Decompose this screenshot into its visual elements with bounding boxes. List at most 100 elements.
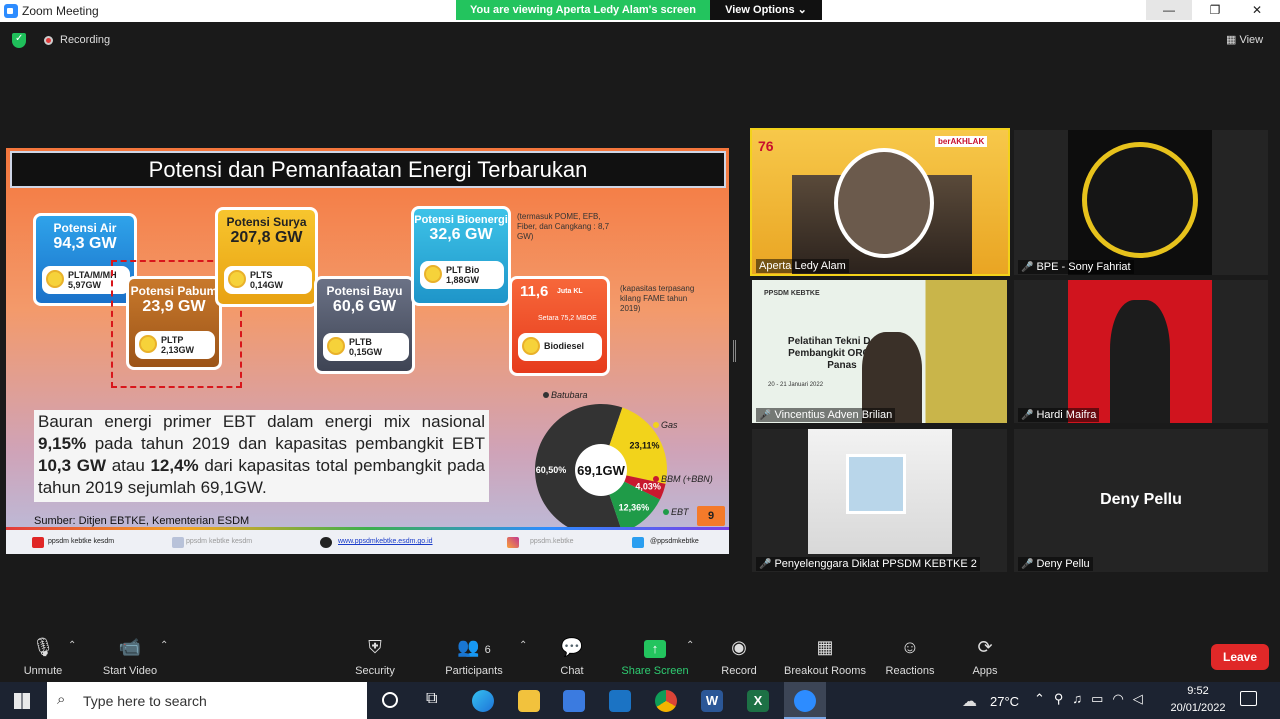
recording-label: Recording — [60, 34, 111, 46]
pie-value-label: 12,36% — [619, 503, 650, 513]
mail-icon[interactable] — [609, 690, 631, 712]
card-biodiesel: 11,6 Juta KL Setara 75,2 MBOE Biodiesel — [509, 276, 610, 376]
clock-time[interactable]: 9:52 — [1168, 685, 1228, 697]
para-text: pada tahun 2019 dan kapasitas pembangkit… — [86, 434, 485, 453]
system-tray-icons[interactable]: ⌃⚲♫▭◠◁ — [1034, 691, 1152, 707]
card-value: 207,8 GW — [230, 229, 303, 246]
footer-twitter: @ppsdmkebtke — [650, 538, 699, 545]
taskbar-search[interactable]: ⌕ Type here to search — [47, 682, 367, 719]
people-icon: 👥 6 — [457, 637, 491, 657]
card-heading: Potensi Bioenergi — [414, 214, 508, 226]
participant-name-text: BPE - Sony Fahriat — [1036, 261, 1131, 273]
weather-cloud-icon[interactable]: ☁ — [962, 692, 977, 710]
plant-used: 5,97GW — [68, 280, 102, 290]
cortana-icon[interactable] — [382, 692, 398, 708]
search-placeholder: Type here to search — [83, 693, 207, 709]
participant-name-text: Deny Pellu — [1036, 558, 1090, 570]
share-screen-icon: ↑ — [615, 636, 695, 660]
esdm-emblem — [1082, 142, 1198, 258]
legend-label: Gas — [661, 420, 678, 430]
breakout-label: Breakout Rooms — [784, 665, 866, 677]
file-explorer-icon[interactable] — [518, 690, 540, 712]
microsoft-store-icon[interactable] — [563, 690, 585, 712]
excel-icon[interactable]: X — [747, 690, 769, 712]
slide-source: Sumber: Ditjen EBTKE, Kementerian ESDM — [34, 515, 250, 527]
audio-options-caret[interactable]: ⌃ — [68, 640, 76, 651]
legend-label: EBT — [671, 507, 690, 517]
card-potensi-surya: Potensi Surya 207,8 GW PLTS 0,14GW — [215, 207, 318, 307]
apps-button[interactable]: ⟳ Apps — [945, 636, 1025, 677]
pie-value-label: 4,03% — [635, 482, 661, 492]
breakout-grid-icon: ▦ — [816, 637, 834, 657]
word-icon[interactable]: W — [701, 690, 723, 712]
video-tile-active-speaker[interactable]: 76 berAKHLAK Aperta Ledy Alam — [750, 128, 1010, 276]
participants-options-caret[interactable]: ⌃ — [519, 640, 527, 651]
video-tile-participant[interactable]: Deny Pellu 🎤 Deny Pellu — [1014, 429, 1268, 572]
security-button[interactable]: ⛨ Security — [335, 636, 415, 677]
breakout-rooms-button[interactable]: ▦ Breakout Rooms — [780, 636, 870, 677]
speaker-avatar — [834, 148, 934, 258]
window-title: Zoom Meeting — [22, 4, 99, 18]
close-button[interactable]: ✕ — [1234, 0, 1280, 20]
card-heading: Potensi Surya — [226, 215, 307, 229]
instagram-icon — [507, 537, 519, 548]
video-options-caret[interactable]: ⌃ — [160, 640, 168, 651]
windows-start-icon[interactable] — [14, 693, 30, 709]
legend-label: Batubara — [551, 390, 588, 400]
panel-resize-handle[interactable] — [733, 340, 736, 362]
view-button[interactable]: ▦ View — [1226, 33, 1263, 46]
card-heading: Potensi Bayu — [326, 284, 403, 298]
plant-pill: Biodiesel — [518, 333, 602, 361]
participant-name-text: Vincentius Adven Brilian — [774, 409, 893, 421]
share-screen-button[interactable]: ↑ Share Screen — [615, 636, 695, 677]
para-text: atau — [106, 456, 151, 475]
apps-icon: ⟳ — [977, 637, 993, 657]
chat-button[interactable]: 💬 Chat — [532, 636, 612, 677]
record-button[interactable]: ◉ Record — [699, 636, 779, 677]
record-icon: ◉ — [731, 637, 747, 657]
muted-mic-icon: 🎤 — [759, 410, 772, 421]
card-potensi-bioenergi: Potensi Bioenergi 32,6 GW PLT Bio 1,88GW — [411, 206, 511, 306]
zoom-taskbar-button[interactable] — [784, 682, 826, 719]
task-view-icon[interactable]: ⧉ — [426, 690, 437, 708]
reactions-button[interactable]: ☺ Reactions — [870, 636, 950, 677]
participants-button[interactable]: 👥 6 Participants — [434, 636, 514, 677]
footer-youtube: ppsdm kebtke kesdm — [48, 538, 115, 545]
chat-label: Chat — [560, 665, 584, 677]
participant-name-text: Penyelenggara Diklat PPSDM KEBTKE 2 — [774, 558, 977, 570]
lightbulb-icon — [228, 270, 246, 288]
plant-used: 1,88GW — [446, 275, 480, 285]
maximize-button[interactable]: ❐ — [1192, 0, 1238, 20]
security-label: Security — [355, 665, 395, 677]
minimize-button[interactable]: — — [1146, 0, 1192, 20]
video-tile-participant[interactable]: 🎤 Hardi Maifra — [1014, 280, 1268, 423]
lightbulb-icon — [424, 265, 442, 283]
clock-date[interactable]: 20/01/2022 — [1164, 702, 1232, 714]
security-shield-icon[interactable] — [12, 33, 26, 48]
para-highlight: 9,15% — [38, 434, 87, 453]
share-screen-label: Share Screen — [621, 665, 689, 677]
participants-label: Participants — [445, 665, 503, 677]
chevron-down-icon: ⌄ — [797, 4, 807, 16]
pie-center-label: 69,1GW — [577, 463, 625, 478]
plant-used: 0,14GW — [250, 280, 284, 290]
legend-marker — [543, 392, 549, 398]
start-video-button[interactable]: 📹 Start Video — [90, 636, 170, 677]
share-options-caret[interactable]: ⌃ — [686, 640, 694, 651]
view-options-button[interactable]: View Options ⌄ — [710, 0, 822, 20]
video-tile-participant[interactable]: 🎤 Penyelenggara Diklat PPSDM KEBTKE 2 — [752, 429, 1007, 572]
chrome-icon[interactable] — [655, 690, 677, 712]
notifications-icon[interactable] — [1240, 691, 1257, 706]
edge-icon[interactable] — [472, 690, 494, 712]
leave-button[interactable]: Leave — [1211, 644, 1269, 670]
bioenergi-note: (termasuk POME, EFB, Fiber, dan Cangkang… — [517, 212, 610, 241]
person-silhouette — [1110, 300, 1170, 423]
participant-name: 🎤 Vincentius Adven Brilian — [756, 408, 896, 422]
video-tile-participant[interactable]: 🎤 BPE - Sony Fahriat — [1014, 130, 1268, 275]
weather-temperature[interactable]: 27°C — [990, 694, 1019, 709]
slide-title: Potensi dan Pemanfaatan Energi Terbaruka… — [10, 151, 726, 188]
video-tile-participant[interactable]: PPSDM KEBTKE Pelatihan Tekni Desain Pemb… — [752, 280, 1007, 423]
globe-icon — [320, 537, 332, 548]
participant-count: 6 — [484, 644, 491, 656]
participant-name: 🎤 Hardi Maifra — [1018, 408, 1100, 422]
